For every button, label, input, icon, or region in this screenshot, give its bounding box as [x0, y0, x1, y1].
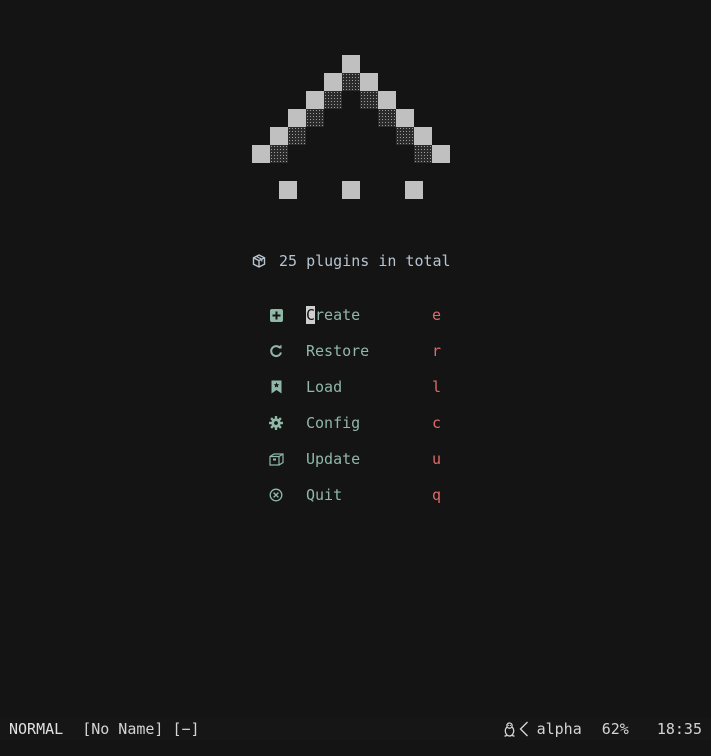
logo-block [405, 181, 423, 199]
plus-square-icon [266, 305, 286, 325]
mode-indicator: NORMAL [9, 720, 64, 738]
filetype: alpha [536, 720, 582, 738]
menu-item-load[interactable]: Load l [266, 377, 456, 413]
logo-block [306, 109, 324, 127]
menu-label-create: Create [306, 305, 432, 325]
linux-icon [503, 721, 515, 737]
menu-key-load: l [432, 378, 442, 396]
logo-block [414, 145, 432, 163]
logo-block [396, 109, 414, 127]
bookmark-icon [266, 377, 286, 397]
menu-item-update[interactable]: Update u [266, 449, 456, 485]
status-right-section: alpha 62% 18:35 [503, 718, 702, 740]
menu-label-create-rest: reate [315, 306, 361, 324]
menu-label-update: Update [306, 450, 361, 468]
menu-label-restore: Restore [306, 342, 370, 360]
logo-block [432, 145, 450, 163]
buffer-name: [No Name] [−] [82, 720, 200, 738]
menu-key-create: e [432, 306, 442, 324]
ascii-art-logo [0, 0, 711, 220]
refresh-icon [266, 341, 286, 361]
logo-block [342, 73, 360, 91]
logo-block [378, 109, 396, 127]
menu-label-load: Load [306, 378, 343, 396]
menu-item-create[interactable]: Create e [266, 305, 456, 341]
plugin-count-text: 25 plugins in total [279, 252, 451, 270]
menu-key-config: c [432, 414, 442, 432]
logo-block [414, 127, 432, 145]
menu-item-restore[interactable]: Restore r [266, 341, 456, 377]
logo-block [342, 181, 360, 199]
clock: 18:35 [656, 720, 702, 738]
menu-label-config: Config [306, 414, 361, 432]
logo-block [270, 145, 288, 163]
box-icon [266, 449, 286, 469]
menu-key-update: u [432, 450, 442, 468]
logo-block [342, 55, 360, 73]
logo-block [324, 73, 342, 91]
logo-block [306, 91, 324, 109]
plugin-count: 25 plugins in total [252, 251, 451, 271]
chevron-left-icon [519, 721, 528, 737]
menu-key-restore: r [432, 342, 442, 360]
menu-label-quit: Quit [306, 486, 343, 504]
logo-block [324, 91, 342, 109]
logo-block [288, 109, 306, 127]
logo-block [360, 91, 378, 109]
logo-block [279, 181, 297, 199]
text-cursor: C [306, 306, 316, 324]
package-icon [252, 254, 266, 268]
logo-block [396, 127, 414, 145]
close-circle-icon [266, 485, 286, 505]
dashboard-menu: Create e Restore r Load l Config c Updat… [266, 305, 456, 521]
status-line: NORMAL [No Name] [−] alpha 62% 18:35 [0, 718, 711, 740]
menu-item-config[interactable]: Config c [266, 413, 456, 449]
gear-icon [266, 413, 286, 433]
logo-block [378, 91, 396, 109]
menu-key-quit: q [432, 486, 442, 504]
scroll-progress: 62% [601, 720, 629, 738]
logo-block [288, 127, 306, 145]
logo-block [270, 127, 288, 145]
logo-block [252, 145, 270, 163]
logo-block [360, 73, 378, 91]
menu-item-quit[interactable]: Quit q [266, 485, 456, 521]
